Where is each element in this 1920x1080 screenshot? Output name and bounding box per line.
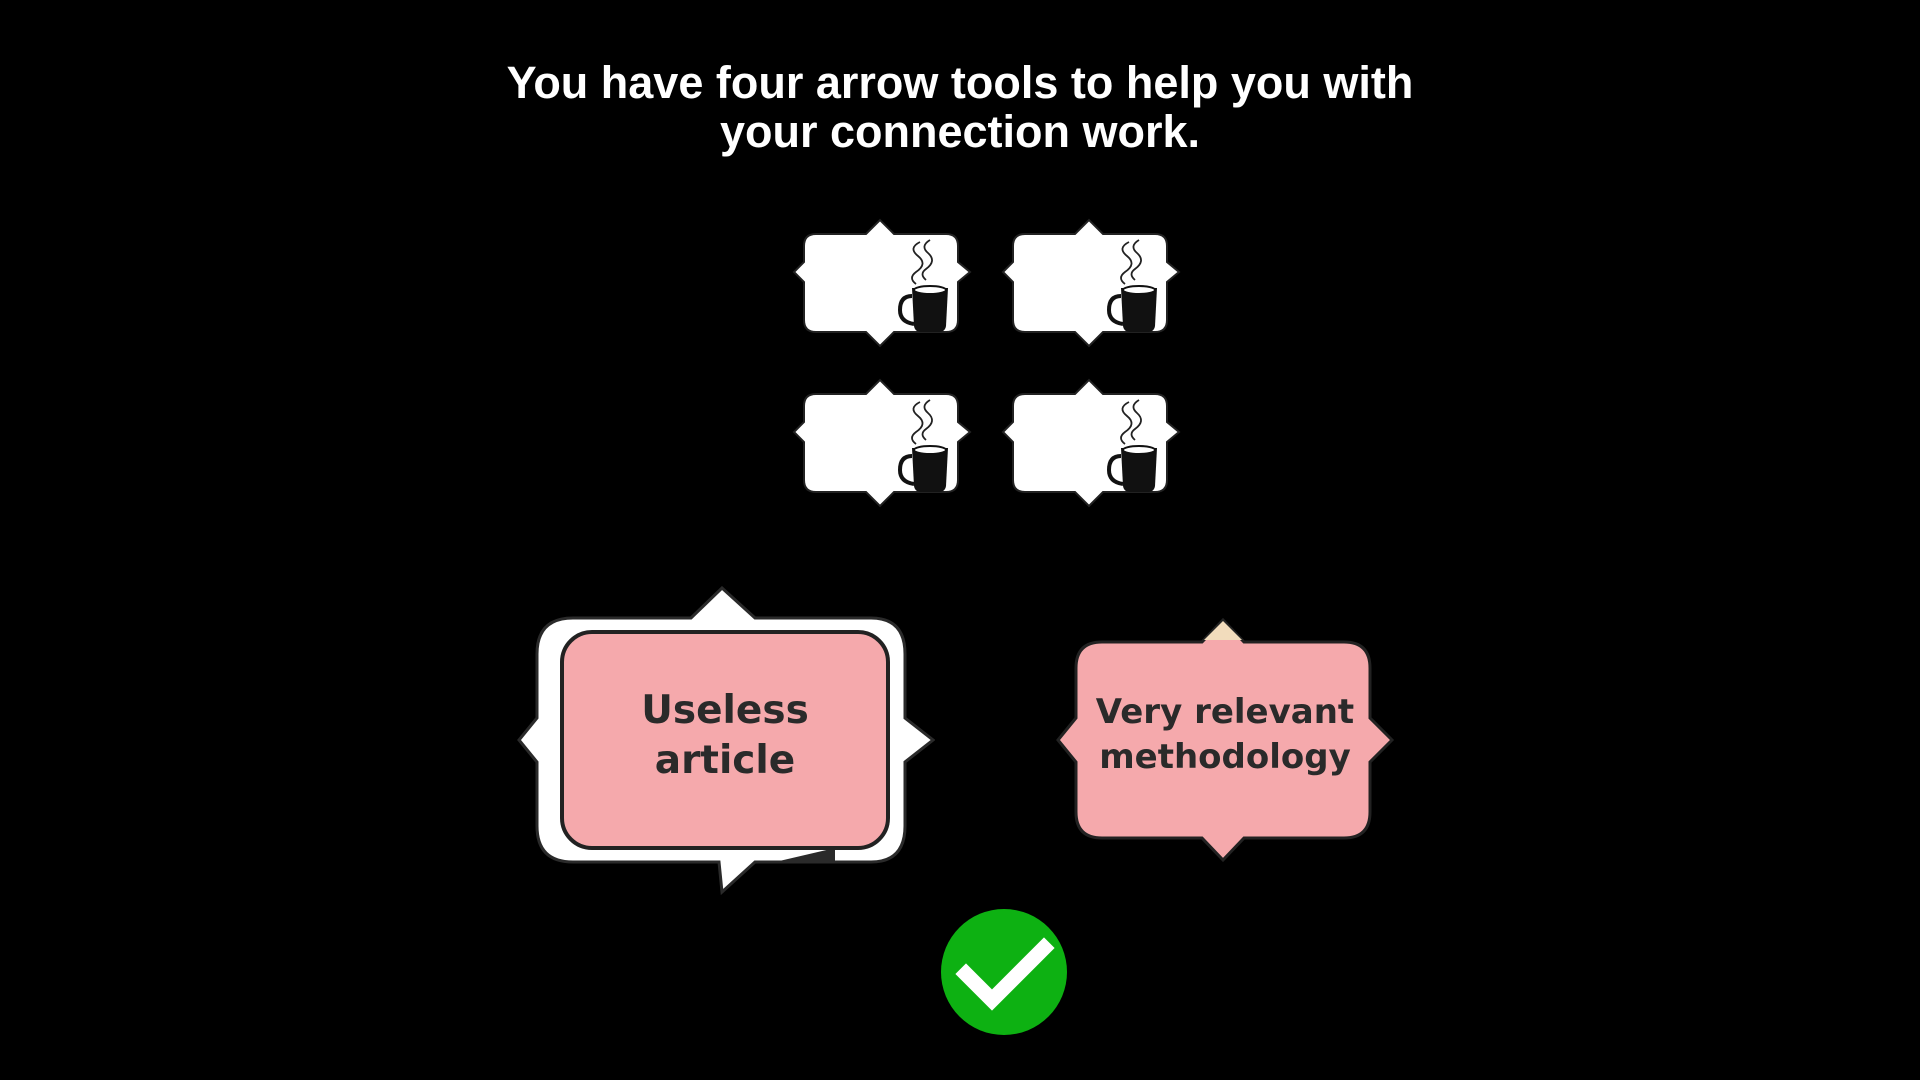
card-useless-article[interactable]: Useless article — [515, 586, 935, 896]
card-very-relevant-methodology[interactable]: Very relevant methodology — [1052, 616, 1398, 866]
instruction-line-1: You have four arrow tools to help you wi… — [506, 57, 1414, 108]
card-label-line-2: methodology — [1099, 737, 1351, 777]
arrow-tool-1[interactable] — [792, 218, 972, 348]
arrow-tool-shape — [1001, 218, 1181, 348]
confirm-check-button[interactable] — [940, 908, 1068, 1036]
instruction-text: You have four arrow tools to help you wi… — [0, 58, 1920, 156]
card-label: Very relevant methodology — [1052, 690, 1398, 780]
card-label-line-1: Very relevant — [1095, 692, 1355, 732]
card-label-line-2: article — [654, 738, 796, 783]
instruction-line-2: your connection work. — [719, 106, 1201, 157]
card-label-line-1: Useless — [641, 688, 809, 733]
checkmark-icon — [941, 909, 1067, 1035]
arrow-tool-2[interactable] — [1001, 218, 1181, 348]
arrow-tool-3[interactable] — [792, 378, 972, 508]
arrow-tool-shape — [792, 378, 972, 508]
arrow-tool-4[interactable] — [1001, 378, 1181, 508]
card-label: Useless article — [515, 686, 935, 786]
arrow-tool-shape — [792, 218, 972, 348]
arrow-tool-shape — [1001, 378, 1181, 508]
